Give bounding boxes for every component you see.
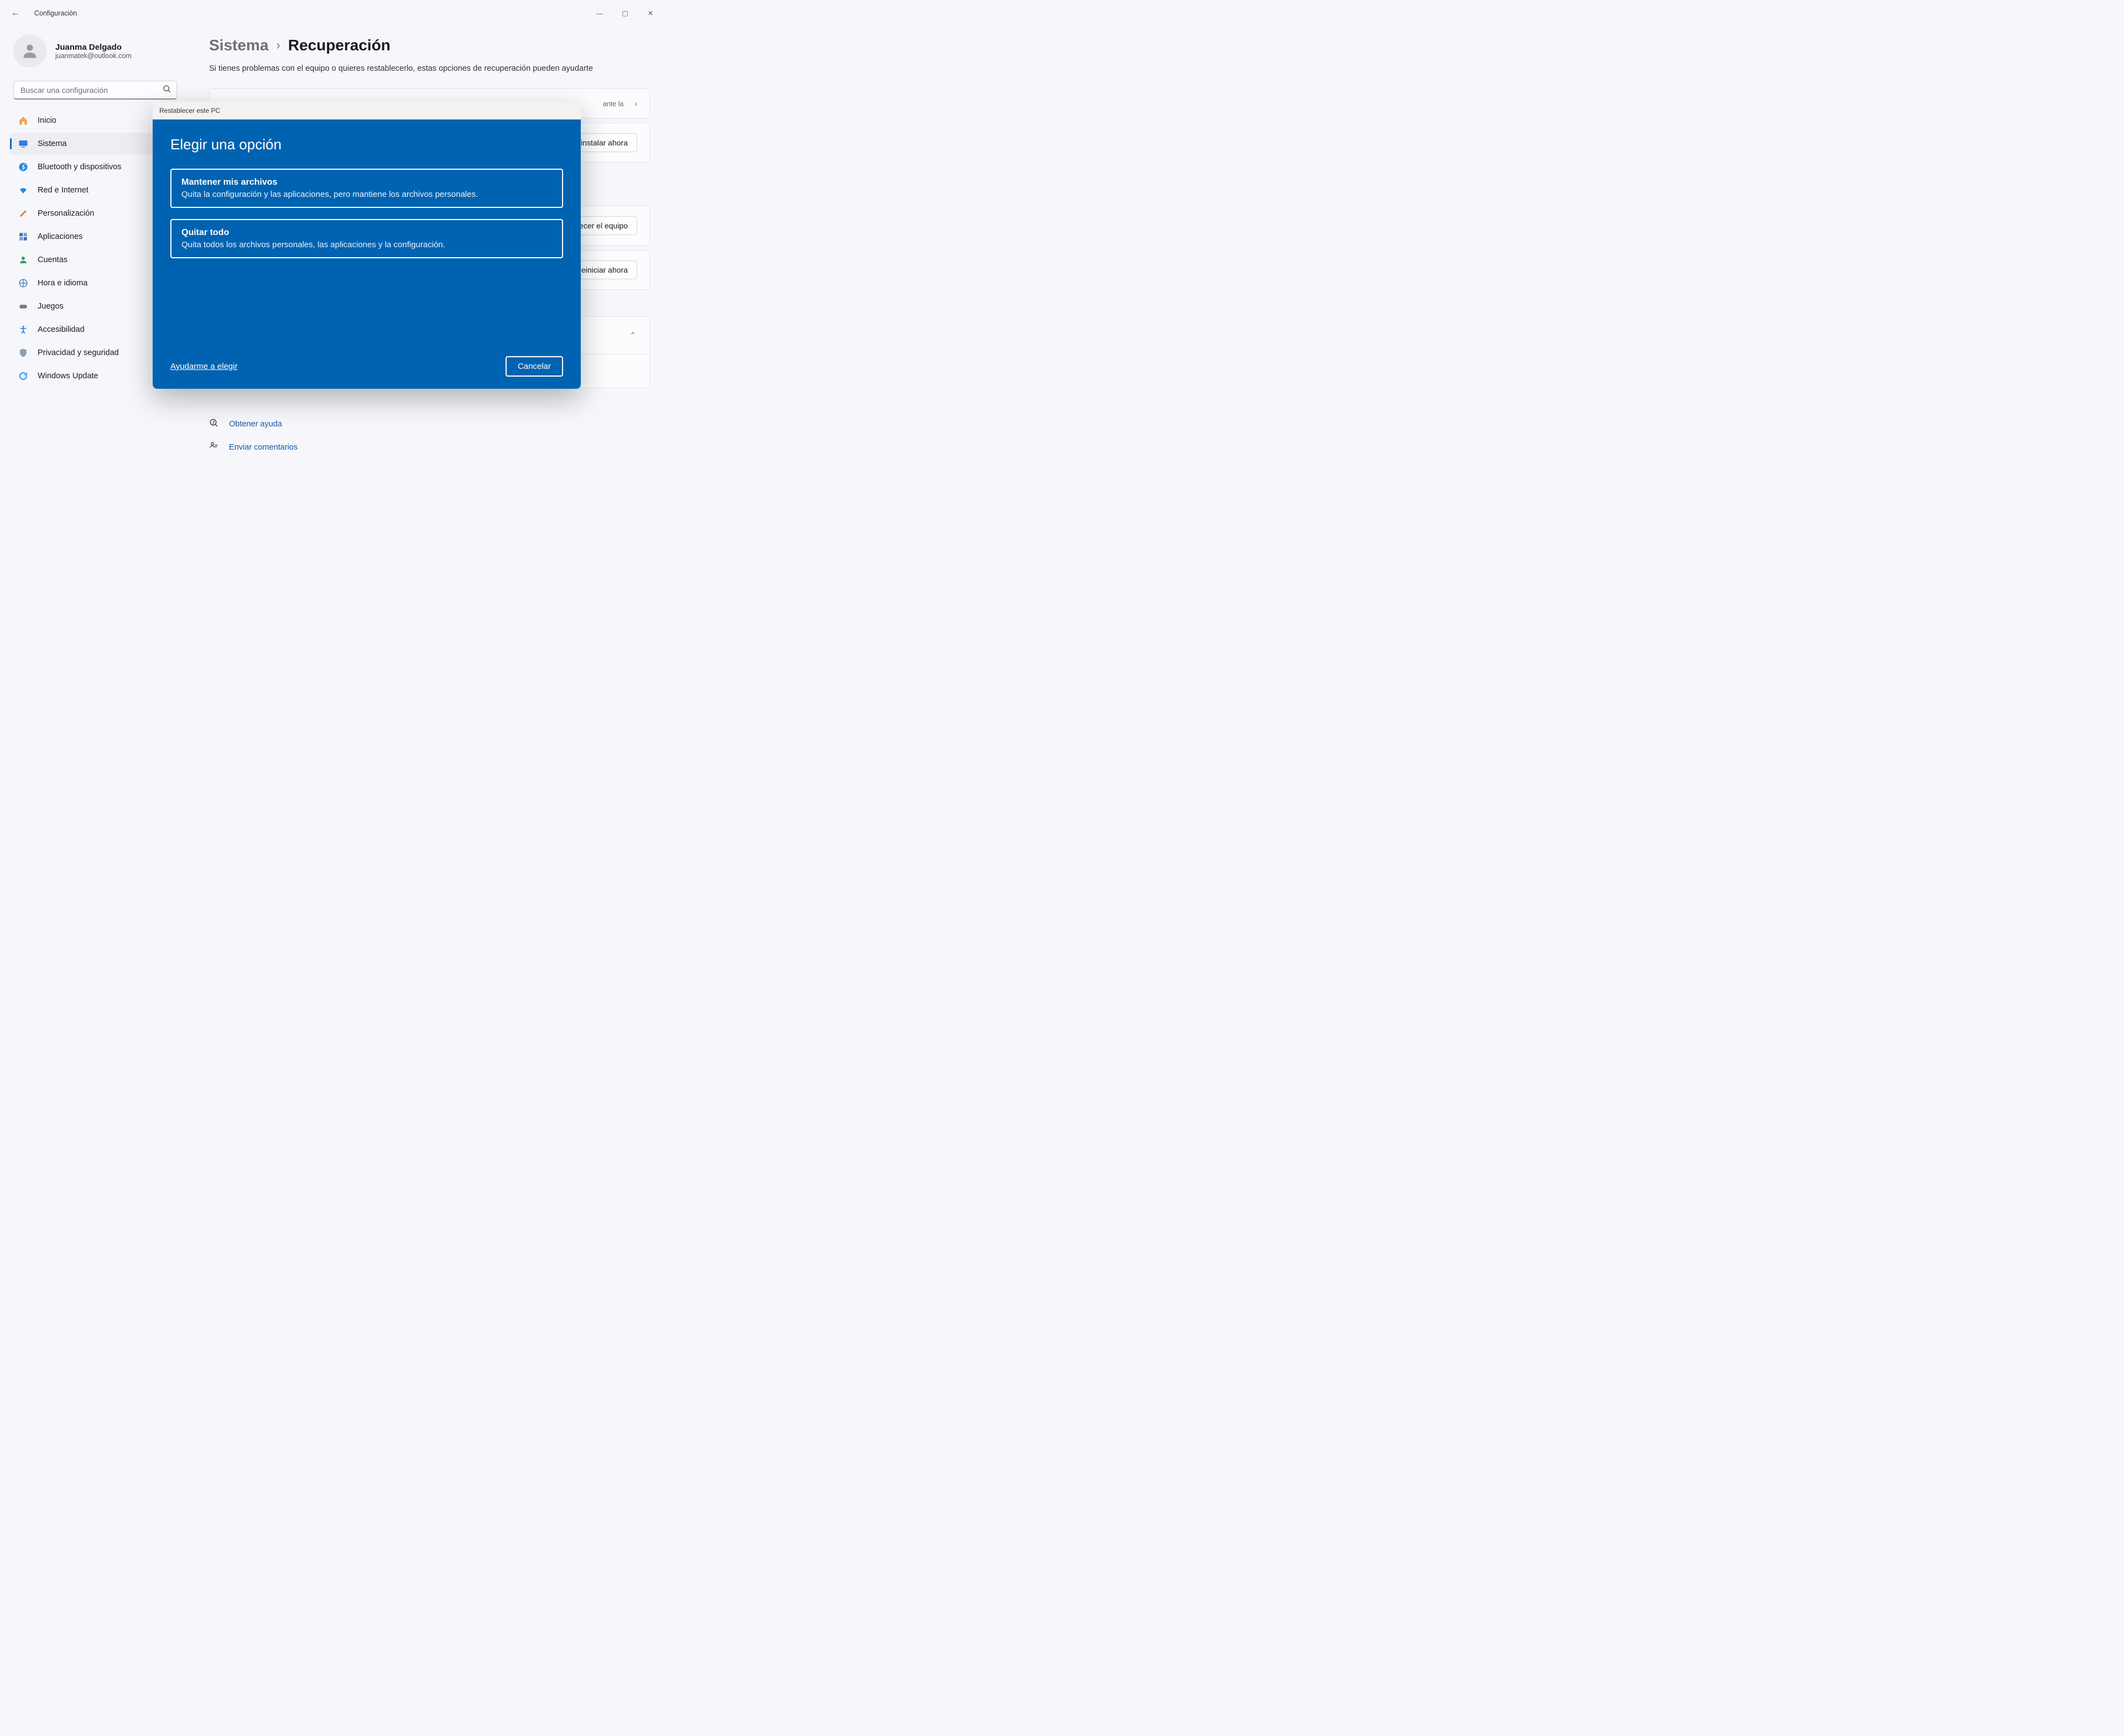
search-wrap <box>13 81 177 100</box>
close-button[interactable]: ✕ <box>638 4 663 22</box>
option-title: Quitar todo <box>181 228 552 238</box>
breadcrumb-current: Recuperación <box>288 37 391 54</box>
avatar <box>13 34 46 67</box>
nav-label: Bluetooth y dispositivos <box>38 163 122 171</box>
back-button[interactable]: ← <box>4 2 27 24</box>
nav-label: Aplicaciones <box>38 232 82 241</box>
nav-label: Windows Update <box>38 372 98 380</box>
account-icon <box>18 254 29 265</box>
close-icon: ✕ <box>648 9 653 17</box>
shield-icon <box>18 347 29 358</box>
dialog-body: Elegir una opción Mantener mis archivos … <box>153 119 581 389</box>
help-me-choose-link[interactable]: Ayudarme a elegir <box>170 362 237 371</box>
help-chat-icon <box>209 418 219 430</box>
dialog-heading: Elegir una opción <box>170 136 563 153</box>
option-title: Mantener mis archivos <box>181 178 552 187</box>
feedback-label: Enviar comentarios <box>229 443 298 452</box>
person-icon <box>20 41 39 60</box>
system-icon <box>18 138 29 149</box>
footer-links: Obtener ayuda Enviar comentarios <box>209 418 650 453</box>
nav-label: Hora e idioma <box>38 279 87 288</box>
nav-label: Sistema <box>38 139 66 148</box>
clock-globe-icon <box>18 278 29 289</box>
get-help-link[interactable]: Obtener ayuda <box>209 418 650 430</box>
minimize-button[interactable]: — <box>587 4 612 22</box>
cancel-button[interactable]: Cancelar <box>506 356 563 377</box>
reset-pc-dialog: Restablecer este PC Elegir una opción Ma… <box>153 102 581 389</box>
dialog-footer: Ayudarme a elegir Cancelar <box>170 356 563 377</box>
title-bar: ← Configuración — ▢ ✕ <box>0 0 668 27</box>
chevron-up-icon: ⌃ <box>629 331 636 340</box>
update-icon <box>18 371 29 382</box>
feedback-link[interactable]: Enviar comentarios <box>209 441 650 453</box>
nav-label: Privacidad y seguridad <box>38 348 119 357</box>
nav-label: Personalización <box>38 209 94 218</box>
accessibility-icon <box>18 324 29 335</box>
gamepad-icon <box>18 301 29 312</box>
breadcrumb: Sistema › Recuperación <box>209 37 650 54</box>
breadcrumb-parent[interactable]: Sistema <box>209 37 268 54</box>
search-input[interactable] <box>13 81 177 100</box>
nav-label: Red e Internet <box>38 186 88 195</box>
search-icon <box>163 85 171 95</box>
option-keep-files[interactable]: Mantener mis archivos Quita la configura… <box>170 169 563 208</box>
arrow-left-icon: ← <box>11 8 20 18</box>
nav-label: Inicio <box>38 116 56 125</box>
feedback-icon <box>209 441 219 453</box>
option-remove-everything[interactable]: Quitar todo Quita todos los archivos per… <box>170 219 563 258</box>
brush-icon <box>18 208 29 219</box>
profile-name: Juanma Delgado <box>55 43 132 52</box>
nav-label: Accesibilidad <box>38 325 85 334</box>
window-controls: — ▢ ✕ <box>587 4 663 22</box>
chevron-right-icon: › <box>276 38 280 53</box>
apps-icon <box>18 231 29 242</box>
maximize-button[interactable]: ▢ <box>612 4 638 22</box>
option-desc: Quita la configuración y las aplicacione… <box>181 190 552 199</box>
option-desc: Quita todos los archivos personales, las… <box>181 240 552 249</box>
chevron-right-icon: › <box>634 99 637 108</box>
page-description: Si tienes problemas con el equipo o quie… <box>209 64 650 73</box>
bluetooth-icon <box>18 161 29 173</box>
maximize-icon: ▢ <box>622 9 628 17</box>
nav-label: Juegos <box>38 302 64 311</box>
minimize-icon: — <box>596 9 603 17</box>
profile-email: juanmatek@outlook.com <box>55 52 132 60</box>
home-icon <box>18 115 29 126</box>
nav-label: Cuentas <box>38 256 67 264</box>
profile-block[interactable]: Juanma Delgado juanmatek@outlook.com <box>10 29 180 81</box>
wifi-icon <box>18 185 29 196</box>
get-help-label: Obtener ayuda <box>229 420 282 429</box>
app-title: Configuración <box>34 9 77 17</box>
dialog-titlebar: Restablecer este PC <box>153 102 581 119</box>
